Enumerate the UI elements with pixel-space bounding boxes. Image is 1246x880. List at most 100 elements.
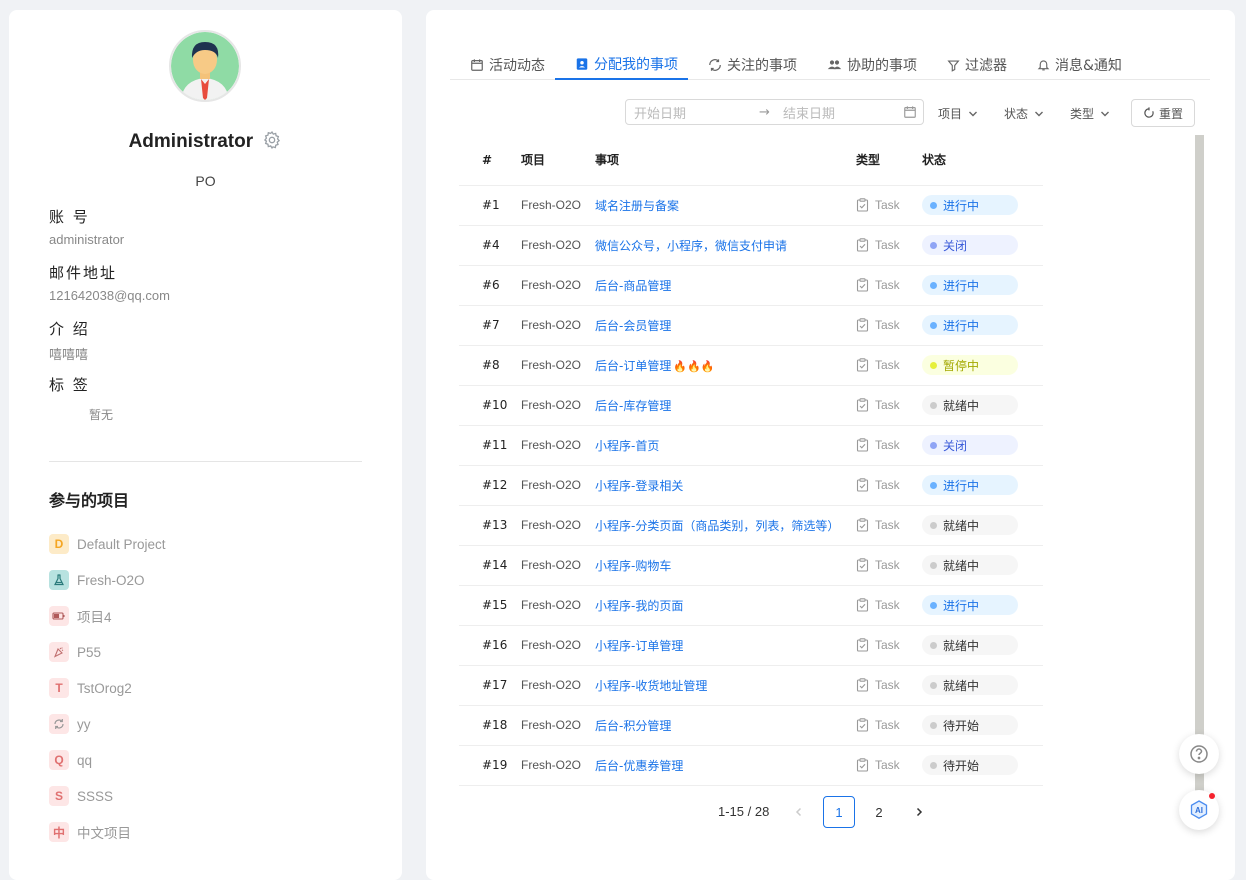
project-item[interactable]: Fresh-O2O <box>49 570 145 590</box>
issue-title[interactable]: 小程序-订单管理 <box>595 625 856 666</box>
project-badge: 中 <box>49 822 69 842</box>
end-date-input[interactable]: 结束日期 <box>783 103 835 122</box>
status-badge[interactable]: 进行中 <box>922 595 1018 615</box>
table-row[interactable]: #8 Fresh-O2O 后台-订单管理 🔥🔥🔥 Task 暂停中 <box>459 345 1043 386</box>
tab-watching[interactable]: 关注的事项 <box>688 50 807 80</box>
tab-notifications[interactable]: 消息&通知 <box>1017 50 1132 80</box>
tab-activity[interactable]: 活动动态 <box>450 50 555 80</box>
project-item[interactable]: S SSSS <box>49 786 113 806</box>
issue-title[interactable]: 小程序-登录相关 <box>595 465 856 506</box>
page-2-button[interactable]: 2 <box>863 796 895 828</box>
issue-title[interactable]: 小程序-分类页面（商品类别，列表，筛选等） <box>595 505 856 546</box>
table-row[interactable]: #1 Fresh-O2O 域名注册与备案 Task 进行中 <box>459 185 1043 226</box>
profile-panel: Administrator PO 账 号 administrator 邮件地址 … <box>9 10 402 880</box>
type-filter-dropdown[interactable]: 类型 <box>1070 105 1110 122</box>
status-badge[interactable]: 关闭 <box>922 235 1018 255</box>
main-panel: 活动动态 分配我的事项 关注的事项 协助的事项 过滤器 消息&通知 开始日期 →… <box>426 10 1235 880</box>
issue-title[interactable]: 后台-订单管理 🔥🔥🔥 <box>595 345 856 386</box>
ai-assistant-button[interactable]: AI <box>1179 790 1219 830</box>
table-row[interactable]: #15 Fresh-O2O 小程序-我的页面 Task 进行中 <box>459 585 1043 626</box>
prev-page-button[interactable] <box>783 796 815 828</box>
table-row[interactable]: #13 Fresh-O2O 小程序-分类页面（商品类别，列表，筛选等） Task 就绪中 <box>459 505 1043 546</box>
email-value: 121642038@qq.com <box>49 288 170 303</box>
issue-status-cell: 关闭 <box>922 225 1043 266</box>
tab-assigned[interactable]: 分配我的事项 <box>555 50 688 80</box>
status-badge[interactable]: 进行中 <box>922 195 1018 215</box>
flask-icon <box>49 570 69 590</box>
issue-title[interactable]: 后台-优惠券管理 <box>595 745 856 786</box>
issue-title[interactable]: 后台-会员管理 <box>595 305 856 346</box>
issue-title[interactable]: 小程序-购物车 <box>595 545 856 586</box>
table-row[interactable]: #12 Fresh-O2O 小程序-登录相关 Task 进行中 <box>459 465 1043 506</box>
reset-button[interactable]: 重置 <box>1131 99 1195 127</box>
project-item[interactable]: 中中文项目 <box>49 822 131 842</box>
status-badge[interactable]: 进行中 <box>922 475 1018 495</box>
project-item[interactable]: D Default Project <box>49 534 166 554</box>
status-badge[interactable]: 进行中 <box>922 275 1018 295</box>
status-badge[interactable]: 待开始 <box>922 715 1018 735</box>
table-row[interactable]: #19 Fresh-O2O 后台-优惠券管理 Task 待开始 <box>459 745 1043 786</box>
status-badge[interactable]: 暂停中 <box>922 355 1018 375</box>
date-range-picker[interactable]: 开始日期 → 结束日期 <box>625 99 924 125</box>
task-icon <box>856 358 869 372</box>
status-badge[interactable]: 就绪中 <box>922 395 1018 415</box>
issue-title[interactable]: 后台-库存管理 <box>595 385 856 426</box>
issue-id: #12 <box>459 465 521 506</box>
table-row[interactable]: #16 Fresh-O2O 小程序-订单管理 Task 就绪中 <box>459 625 1043 666</box>
status-badge[interactable]: 关闭 <box>922 435 1018 455</box>
status-badge[interactable]: 就绪中 <box>922 635 1018 655</box>
project-item[interactable]: 项目4 <box>49 606 112 626</box>
task-icon <box>856 398 869 412</box>
table-scrollbar[interactable] <box>1195 135 1204 794</box>
issue-title[interactable]: 微信公众号，小程序，微信支付申请 <box>595 225 856 266</box>
next-page-button[interactable] <box>903 796 935 828</box>
table-row[interactable]: #11 Fresh-O2O 小程序-首页 Task 关闭 <box>459 425 1043 466</box>
email-label: 邮件地址 <box>49 264 118 282</box>
issue-type: Task <box>856 385 922 426</box>
status-filter-dropdown[interactable]: 状态 <box>1004 105 1044 122</box>
issue-status-cell: 就绪中 <box>922 545 1043 586</box>
issue-id: #11 <box>459 425 521 466</box>
status-badge[interactable]: 待开始 <box>922 755 1018 775</box>
tab-assisting[interactable]: 协助的事项 <box>807 50 927 80</box>
avatar[interactable] <box>169 30 241 102</box>
chevron-right-icon <box>916 807 923 817</box>
status-badge[interactable]: 就绪中 <box>922 675 1018 695</box>
issue-title[interactable]: 后台-商品管理 <box>595 265 856 306</box>
start-date-input[interactable]: 开始日期 <box>634 103 686 122</box>
table-row[interactable]: #17 Fresh-O2O 小程序-收货地址管理 Task 就绪中 <box>459 665 1043 706</box>
chevron-down-icon <box>969 111 978 116</box>
table-row[interactable]: #7 Fresh-O2O 后台-会员管理 Task 进行中 <box>459 305 1043 346</box>
issue-project: Fresh-O2O <box>521 465 595 506</box>
pagination: 1-15 / 28 1 2 <box>426 796 1235 828</box>
issue-title[interactable]: 小程序-首页 <box>595 425 856 466</box>
issue-project: Fresh-O2O <box>521 265 595 306</box>
table-row[interactable]: #6 Fresh-O2O 后台-商品管理 Task 进行中 <box>459 265 1043 306</box>
project-filter-dropdown[interactable]: 项目 <box>938 105 978 122</box>
project-item[interactable]: T TstOrog2 <box>49 678 132 698</box>
help-button[interactable] <box>1179 734 1219 774</box>
issue-title[interactable]: 小程序-我的页面 <box>595 585 856 626</box>
issue-type: Task <box>856 745 922 786</box>
fire-icon: 🔥🔥🔥 <box>673 359 715 373</box>
table-row[interactable]: #18 Fresh-O2O 后台-积分管理 Task 待开始 <box>459 705 1043 746</box>
table-row[interactable]: #14 Fresh-O2O 小程序-购物车 Task 就绪中 <box>459 545 1043 586</box>
issue-title[interactable]: 小程序-收货地址管理 <box>595 665 856 706</box>
project-item[interactable]: Qqq <box>49 750 92 770</box>
status-badge[interactable]: 进行中 <box>922 315 1018 335</box>
table-row[interactable]: #10 Fresh-O2O 后台-库存管理 Task 就绪中 <box>459 385 1043 426</box>
page-1-button[interactable]: 1 <box>823 796 855 828</box>
gear-icon[interactable] <box>262 130 282 156</box>
issue-title[interactable]: 域名注册与备案 <box>595 185 856 226</box>
issue-project: Fresh-O2O <box>521 545 595 586</box>
project-name: Fresh-O2O <box>77 572 145 588</box>
issue-title[interactable]: 后台-积分管理 <box>595 705 856 746</box>
status-badge[interactable]: 就绪中 <box>922 555 1018 575</box>
table-row[interactable]: #4 Fresh-O2O 微信公众号，小程序，微信支付申请 Task 关闭 <box>459 225 1043 266</box>
tab-filter[interactable]: 过滤器 <box>927 50 1017 80</box>
status-dot <box>930 401 937 409</box>
project-item[interactable]: P55 <box>49 642 101 662</box>
status-dot <box>930 561 937 569</box>
project-item[interactable]: yy <box>49 714 91 734</box>
status-badge[interactable]: 就绪中 <box>922 515 1018 535</box>
